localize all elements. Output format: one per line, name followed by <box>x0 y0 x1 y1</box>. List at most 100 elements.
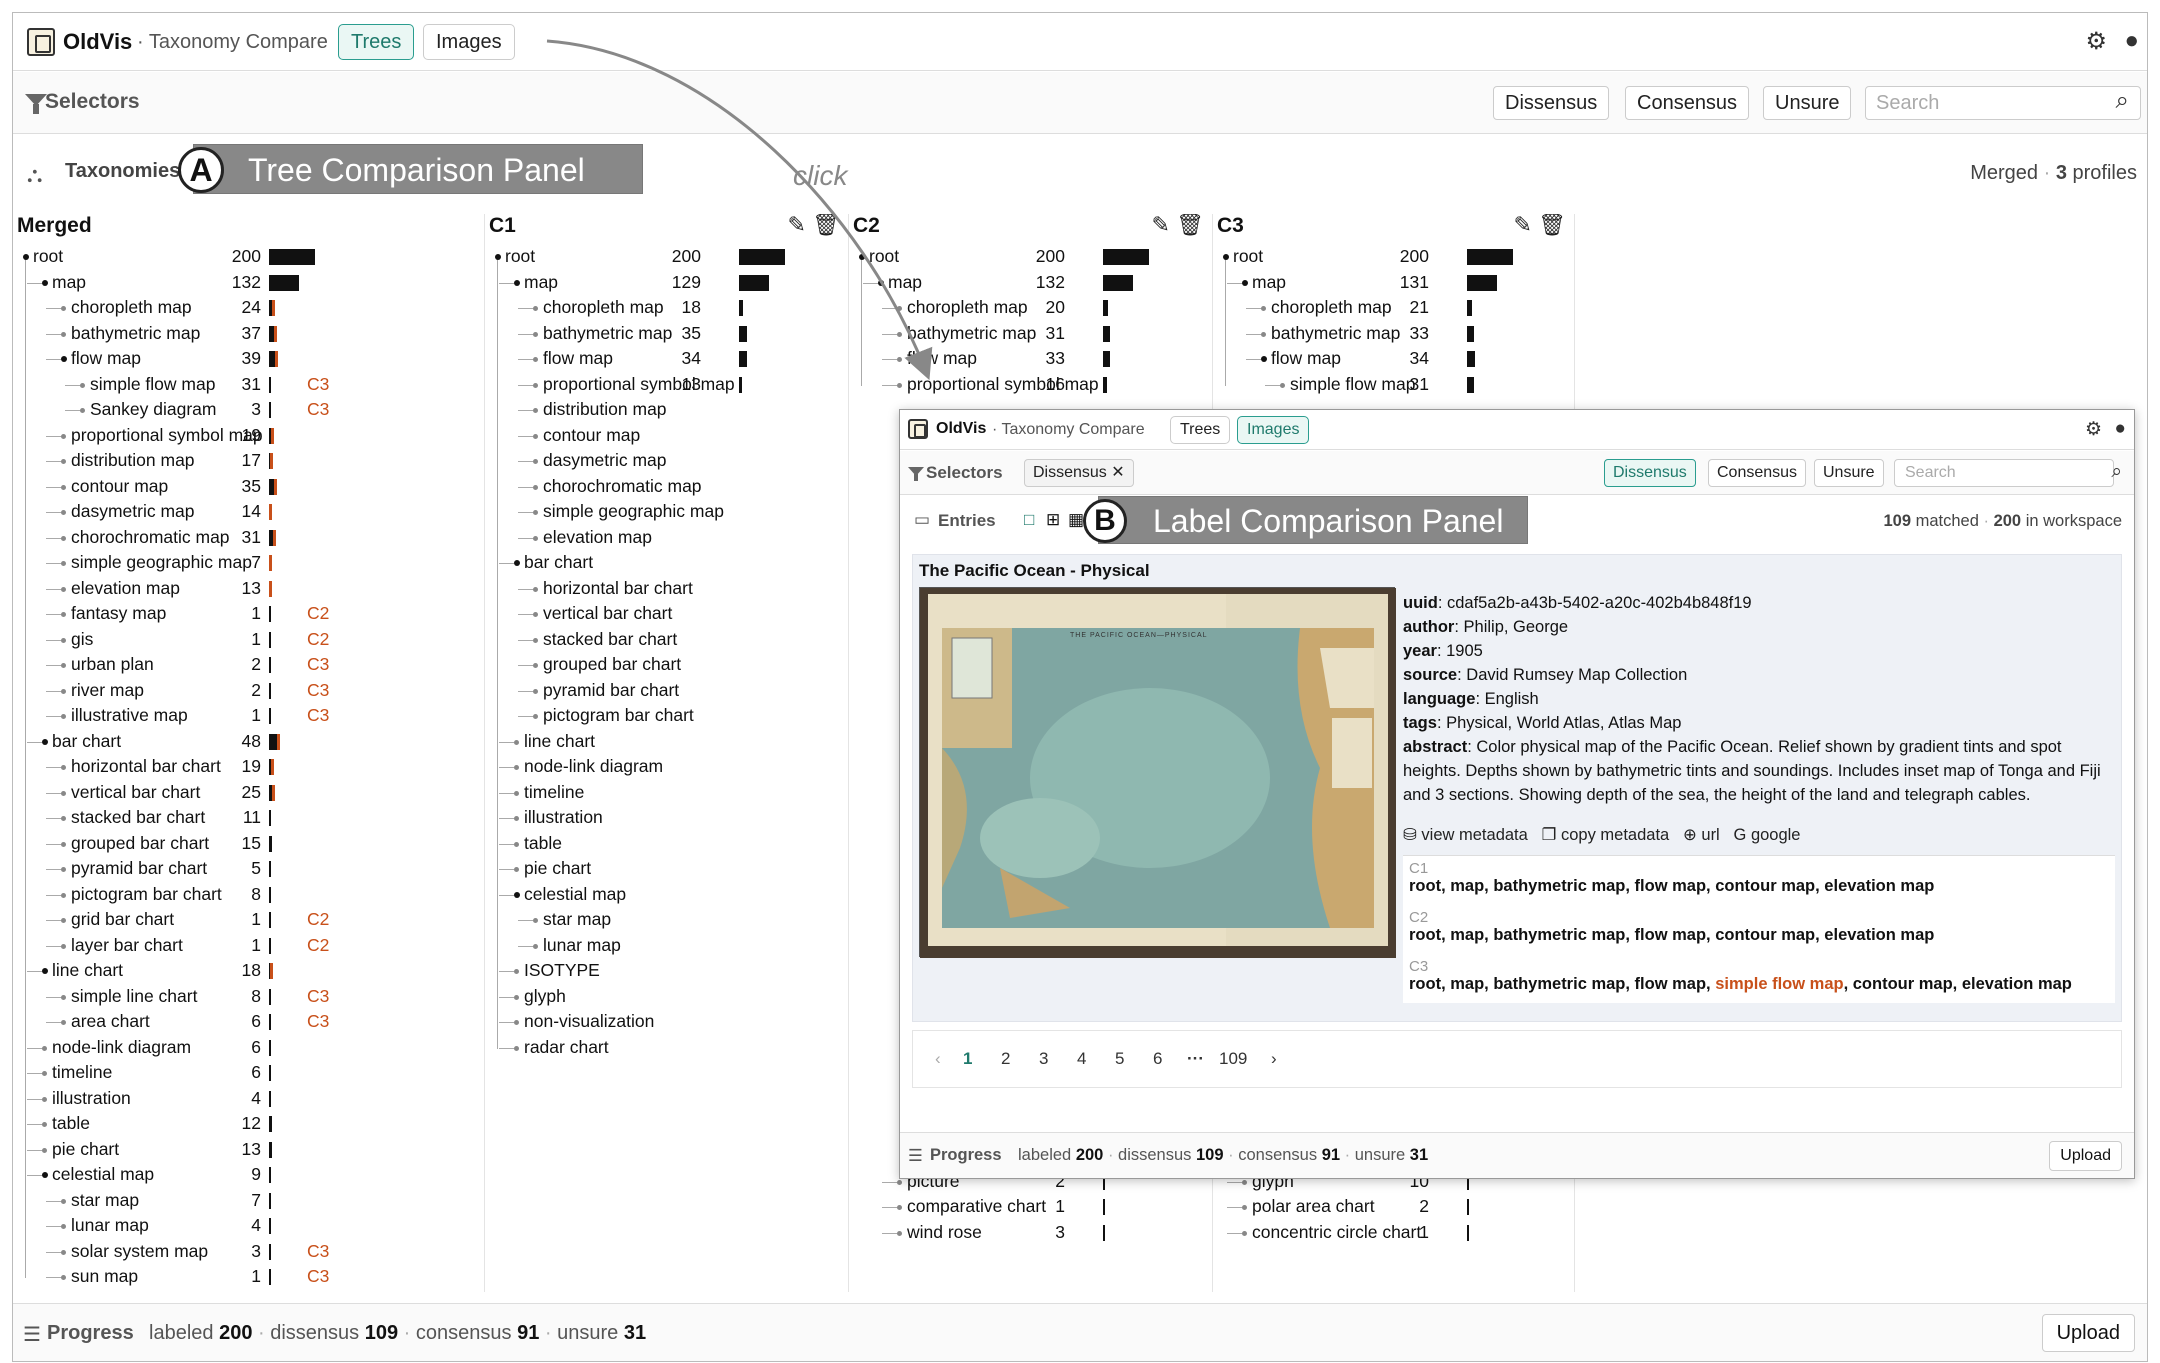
page-6[interactable]: 6 <box>1153 1049 1162 1069</box>
consensus-button[interactable]: Consensus <box>1708 459 1807 487</box>
tree-node[interactable]: radar chart <box>485 1035 848 1061</box>
tree-node[interactable]: flow map 39 <box>13 346 484 372</box>
profile-labels-text[interactable]: root, map, bathymetric map, flow map, co… <box>1409 877 2109 896</box>
tree-node[interactable]: illustrative map 1 C3 <box>13 703 484 729</box>
tree-node[interactable]: vertical bar chart 25 <box>13 780 484 806</box>
upload-button[interactable]: Upload <box>2041 1314 2135 1352</box>
tree-node[interactable]: flow map 34 <box>1213 346 1574 372</box>
tab-trees[interactable]: Trees <box>1170 416 1231 444</box>
tree-node[interactable]: table 12 <box>13 1111 484 1137</box>
tree-node[interactable]: bathymetric map 31 <box>849 321 1212 347</box>
layout-single-icon[interactable]: □ <box>1024 510 1034 530</box>
tree-node[interactable]: pictogram bar chart 8 <box>13 882 484 908</box>
tree-node[interactable]: sun map 1 C3 <box>13 1264 484 1290</box>
tree-node[interactable]: polar area chart 2 <box>1213 1194 1574 1220</box>
tree-node[interactable]: non-visualization <box>485 1009 848 1035</box>
delete-icon[interactable]: 🗑 <box>812 214 840 238</box>
tree-node[interactable]: gis 1 C2 <box>13 627 484 653</box>
close-icon[interactable]: ✕ <box>1111 464 1124 481</box>
page-4[interactable]: 4 <box>1077 1049 1086 1069</box>
tree-node[interactable]: bathymetric map 35 <box>485 321 848 347</box>
dissensus-button[interactable]: Dissensus <box>1604 459 1696 487</box>
tree-node[interactable]: contour map <box>485 423 848 449</box>
tree-node[interactable]: distribution map 17 <box>13 448 484 474</box>
google-link[interactable]: google <box>1751 826 1801 844</box>
page-2[interactable]: 2 <box>1001 1049 1010 1069</box>
tree-node[interactable]: bar chart 48 <box>13 729 484 755</box>
tree-node[interactable]: line chart <box>485 729 848 755</box>
tree-node[interactable]: stacked bar chart <box>485 627 848 653</box>
tree-node[interactable]: elevation map <box>485 525 848 551</box>
tree-node[interactable]: bar chart <box>485 550 848 576</box>
edit-icon[interactable]: ✎ <box>1514 214 1539 237</box>
tree-node[interactable]: root 200 <box>485 244 848 270</box>
tree-node[interactable]: pie chart 13 <box>13 1137 484 1163</box>
edit-icon[interactable]: ✎ <box>1152 214 1177 237</box>
tree-node[interactable]: layer bar chart 1 C2 <box>13 933 484 959</box>
github-icon[interactable]: ● <box>2125 27 2140 55</box>
tree-node[interactable]: root 200 <box>1213 244 1574 270</box>
profile-labels-text[interactable]: root, map, bathymetric map, flow map, si… <box>1409 975 2109 994</box>
tree-node[interactable]: grid bar chart 1 C2 <box>13 907 484 933</box>
tree-node[interactable]: star map <box>485 907 848 933</box>
tree-node[interactable]: node-link diagram <box>485 754 848 780</box>
page-1[interactable]: 1 <box>963 1049 972 1069</box>
tree-node[interactable]: horizontal bar chart <box>485 576 848 602</box>
github-icon[interactable]: ● <box>2115 418 2126 440</box>
tree-node[interactable]: celestial map 9 <box>13 1162 484 1188</box>
map-thumbnail[interactable]: THE PACIFIC OCEAN—PHYSICAL <box>919 587 1396 958</box>
tree-node[interactable]: grouped bar chart <box>485 652 848 678</box>
tree-node[interactable]: star map 7 <box>13 1188 484 1214</box>
tree-node[interactable]: chorochromatic map <box>485 474 848 500</box>
tree-node[interactable]: proportional symbol map 16 <box>849 372 1212 398</box>
tree-node[interactable]: illustration <box>485 805 848 831</box>
tree-node[interactable]: celestial map <box>485 882 848 908</box>
tree-node[interactable]: horizontal bar chart 19 <box>13 754 484 780</box>
tree-node[interactable]: choropleth map 24 <box>13 295 484 321</box>
tree-node[interactable]: choropleth map 20 <box>849 295 1212 321</box>
tree-node[interactable]: bathymetric map 33 <box>1213 321 1574 347</box>
tree-node[interactable]: stacked bar chart 11 <box>13 805 484 831</box>
gear-icon[interactable]: ⚙ <box>2085 418 2102 441</box>
tree-node[interactable]: map 132 <box>849 270 1212 296</box>
tree-node[interactable]: illustration 4 <box>13 1086 484 1112</box>
tree-node[interactable]: concentric circle chart 1 <box>1213 1220 1574 1246</box>
tree-node[interactable]: chorochromatic map 31 <box>13 525 484 551</box>
tree-node[interactable]: lunar map 4 <box>13 1213 484 1239</box>
search-input[interactable]: Search <box>1894 459 2114 487</box>
tree-node[interactable]: bathymetric map 37 <box>13 321 484 347</box>
edit-icon[interactable]: ✎ <box>788 214 813 237</box>
tree-node[interactable]: map 131 <box>1213 270 1574 296</box>
tree-node[interactable]: ISOTYPE <box>485 958 848 984</box>
tree-node[interactable]: choropleth map 18 <box>485 295 848 321</box>
tree-node[interactable]: timeline <box>485 780 848 806</box>
search-icon[interactable]: ⌕ <box>2116 87 2129 115</box>
layout-dense-grid-icon[interactable]: ▦ <box>1068 510 1084 530</box>
tree-node[interactable]: table <box>485 831 848 857</box>
page-5[interactable]: 5 <box>1115 1049 1124 1069</box>
tree-node[interactable]: area chart 6 C3 <box>13 1009 484 1035</box>
tree-node[interactable]: river map 2 C3 <box>13 678 484 704</box>
copy-metadata-link[interactable]: copy metadata <box>1561 826 1669 844</box>
tab-images[interactable]: Images <box>1237 416 1310 444</box>
tree-node[interactable]: simple geographic map 7 <box>13 550 484 576</box>
delete-icon[interactable]: 🗑 <box>1538 214 1566 238</box>
tree-node[interactable]: pie chart <box>485 856 848 882</box>
tree-node[interactable]: grouped bar chart 15 <box>13 831 484 857</box>
tree-node[interactable]: flow map 34 <box>485 346 848 372</box>
gear-icon[interactable]: ⚙ <box>2085 27 2107 56</box>
tree-node[interactable]: dasymetric map <box>485 448 848 474</box>
tree-node[interactable]: map 132 <box>13 270 484 296</box>
tree-node[interactable]: simple flow map 31 <box>1213 372 1574 398</box>
unsure-button[interactable]: Unsure <box>1763 86 1852 120</box>
tree-node[interactable]: simple line chart 8 C3 <box>13 984 484 1010</box>
tree-node[interactable]: proportional symbol map 19 <box>13 423 484 449</box>
profile-labels-text[interactable]: root, map, bathymetric map, flow map, co… <box>1409 926 2109 945</box>
tree-node[interactable]: pyramid bar chart <box>485 678 848 704</box>
dissensus-chip[interactable]: Dissensus ✕ <box>1024 459 1134 487</box>
delete-icon[interactable]: 🗑 <box>1176 214 1204 238</box>
tree-node[interactable]: node-link diagram 6 <box>13 1035 484 1061</box>
tree-node[interactable]: contour map 35 <box>13 474 484 500</box>
tab-images[interactable]: Images <box>423 24 515 60</box>
tree-node[interactable]: map 129 <box>485 270 848 296</box>
